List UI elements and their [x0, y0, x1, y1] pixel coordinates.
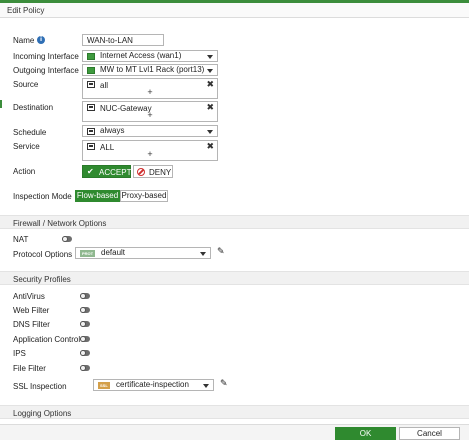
security-section-header: Security Profiles — [0, 271, 469, 285]
flow-based-option[interactable]: Flow-based — [75, 190, 120, 202]
ssl-inspection-select[interactable]: SSL certificate-inspection — [93, 379, 214, 391]
logging-section-header: Logging Options — [0, 405, 469, 419]
edit-protocol-icon[interactable]: ✎ — [217, 247, 225, 257]
ssl-inspection-value: certificate-inspection — [116, 380, 189, 389]
dns-filter-toggle[interactable] — [80, 321, 90, 327]
schedule-value: always — [100, 126, 125, 135]
proxy-based-option[interactable]: Proxy-based — [120, 190, 168, 202]
chevron-down-icon — [207, 130, 213, 134]
destination-label: Destination — [13, 103, 54, 112]
interface-icon — [87, 53, 95, 60]
add-source-icon[interactable]: + — [83, 87, 217, 97]
schedule-label: Schedule — [13, 128, 47, 137]
firewall-section-title: Firewall / Network Options — [13, 219, 107, 228]
left-indicator — [0, 100, 2, 108]
name-input[interactable]: WAN-to-LAN — [82, 34, 164, 46]
ssl-inspection-label: SSL Inspection — [13, 382, 67, 391]
chevron-down-icon — [207, 55, 213, 59]
antivirus-label: AntiVirus — [13, 292, 45, 301]
destination-field[interactable]: NUC-Gateway ✖ + — [82, 101, 218, 122]
file-filter-toggle[interactable] — [80, 365, 90, 371]
antivirus-toggle[interactable] — [80, 293, 90, 299]
nat-label: NAT — [13, 235, 29, 244]
schedule-select[interactable]: always — [82, 125, 218, 137]
protocol-options-value: default — [101, 248, 126, 257]
service-label: Service — [13, 142, 40, 151]
file-filter-label: File Filter — [13, 364, 46, 373]
web-filter-toggle[interactable] — [80, 307, 90, 313]
protocol-options-label: Protocol Options — [13, 250, 73, 259]
web-filter-label: Web Filter — [13, 306, 50, 315]
firewall-section-header: Firewall / Network Options — [0, 215, 469, 229]
incoming-interface-value: Internet Access (wan1) — [100, 51, 182, 60]
chevron-down-icon — [200, 252, 206, 256]
outgoing-interface-select[interactable]: MW to MT Lvl1 Rack (port13) — [82, 64, 218, 76]
accept-label: ACCEPT — [99, 168, 132, 177]
inspection-mode-label: Inspection Mode — [13, 192, 72, 201]
dialog-header: Edit Policy — [0, 3, 469, 18]
dns-filter-label: DNS Filter — [13, 320, 50, 329]
interface-icon — [87, 67, 95, 74]
add-service-icon[interactable]: + — [83, 149, 217, 159]
chevron-down-icon — [207, 69, 213, 73]
info-icon[interactable]: i — [37, 36, 45, 44]
name-label: Name — [13, 36, 35, 45]
deny-label: DENY — [149, 168, 172, 177]
protocol-options-select[interactable]: PROT default — [75, 247, 211, 259]
dialog-title: Edit Policy — [7, 6, 45, 15]
application-control-toggle[interactable] — [80, 336, 90, 342]
add-destination-icon[interactable]: + — [83, 110, 217, 120]
deny-button[interactable]: DENY — [133, 165, 173, 178]
check-icon: ✔ — [87, 167, 94, 176]
incoming-interface-select[interactable]: Internet Access (wan1) — [82, 50, 218, 62]
ok-button[interactable]: OK — [335, 427, 396, 440]
outgoing-interface-value: MW to MT Lvl1 Rack (port13) — [100, 65, 205, 74]
chevron-down-icon — [203, 384, 209, 388]
protocol-tag: PROT — [80, 250, 96, 257]
source-label: Source — [13, 80, 39, 89]
service-field[interactable]: ALL ✖ + — [82, 140, 218, 161]
ips-label: IPS — [13, 349, 26, 358]
logging-section-title: Logging Options — [13, 409, 72, 418]
edit-ssl-icon[interactable]: ✎ — [220, 379, 228, 389]
accept-button[interactable]: ✔ ACCEPT — [82, 165, 131, 178]
schedule-icon — [87, 128, 95, 135]
cancel-button[interactable]: Cancel — [399, 427, 460, 440]
deny-icon — [137, 168, 145, 176]
action-label: Action — [13, 167, 36, 176]
security-section-title: Security Profiles — [13, 275, 71, 284]
outgoing-interface-label: Outgoing Interface — [13, 66, 79, 75]
nat-toggle[interactable] — [62, 236, 72, 242]
incoming-interface-label: Incoming Interface — [13, 52, 79, 61]
ssl-tag: SSL — [98, 382, 110, 389]
ips-toggle[interactable] — [80, 350, 90, 356]
source-field[interactable]: all ✖ + — [82, 78, 218, 99]
application-control-label: Application Control — [13, 335, 81, 344]
